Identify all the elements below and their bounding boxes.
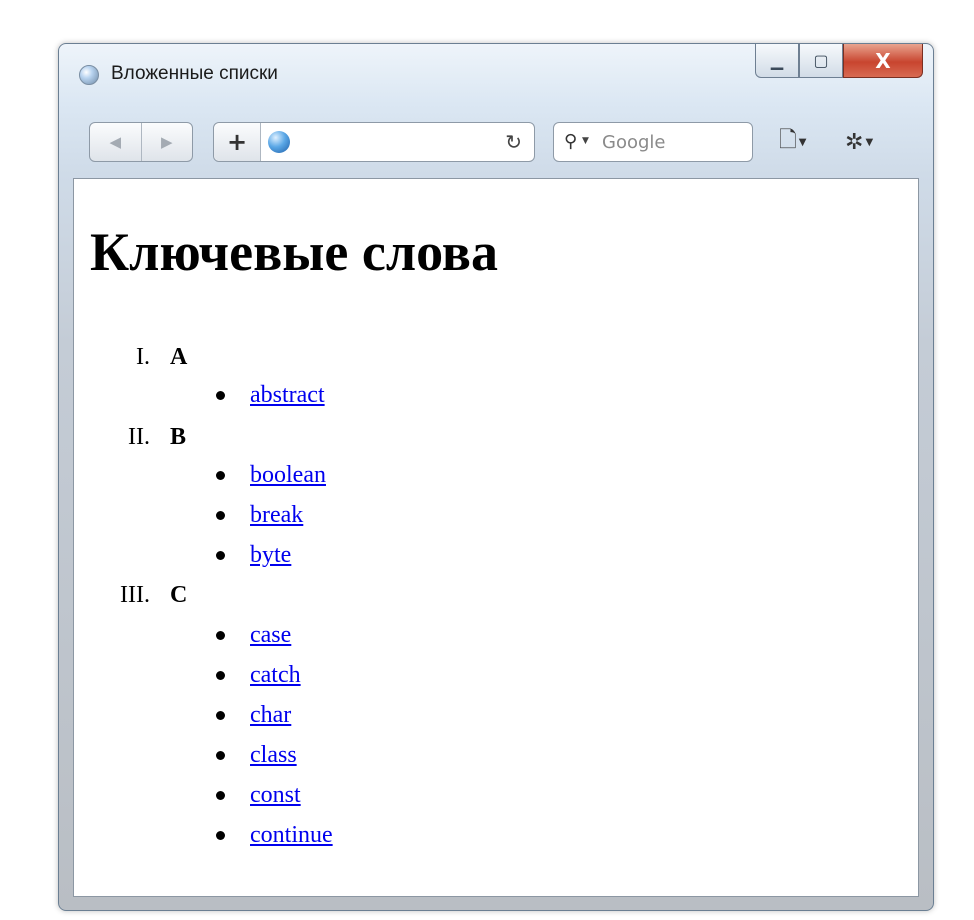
list-marker: II. bbox=[128, 424, 150, 450]
bullet-icon bbox=[216, 751, 225, 760]
keyword-link[interactable]: case bbox=[250, 623, 291, 647]
search-placeholder: Google bbox=[602, 132, 666, 153]
group-label: A bbox=[170, 344, 188, 370]
maximize-button[interactable]: ▢ bbox=[799, 44, 843, 78]
keyword-link[interactable]: const bbox=[250, 783, 301, 807]
settings-menu-button[interactable]: ✲ ▼ bbox=[845, 122, 873, 162]
keyword-link[interactable]: abstract bbox=[250, 383, 325, 407]
search-box[interactable]: ⚲ ▼ Google bbox=[553, 122, 753, 162]
close-button[interactable]: X bbox=[843, 44, 923, 78]
bullet-icon bbox=[216, 551, 225, 560]
keyword-link[interactable]: continue bbox=[250, 823, 333, 847]
address-bar[interactable]: + ↻ bbox=[213, 122, 535, 162]
minimize-button[interactable]: ▁ bbox=[755, 44, 799, 78]
bullet-icon bbox=[216, 631, 225, 640]
search-engine-dropdown-icon[interactable]: ▼ bbox=[582, 136, 589, 146]
browser-window: Вложенные списки ▁ ▢ X ◀ ▶ + ↻ ⚲ ▼ Googl… bbox=[58, 43, 934, 911]
reload-icon: ↻ bbox=[505, 130, 522, 154]
browser-logo-icon bbox=[79, 65, 99, 85]
page-menu-button[interactable]: 🗋 ▼ bbox=[779, 122, 806, 162]
bullet-icon bbox=[216, 471, 225, 480]
page-icon: 🗋 bbox=[779, 128, 797, 153]
navigation-buttons: ◀ ▶ bbox=[89, 122, 193, 162]
browser-toolbar: ◀ ▶ + ↻ ⚲ ▼ Google 🗋 ▼ ✲ ▼ bbox=[69, 106, 923, 178]
forward-button[interactable]: ▶ bbox=[140, 123, 193, 161]
chevron-down-icon: ▼ bbox=[798, 136, 807, 148]
globe-icon bbox=[268, 131, 290, 153]
bullet-icon bbox=[216, 391, 225, 400]
page-heading: Ключевые слова bbox=[90, 222, 498, 282]
list-marker: III. bbox=[120, 582, 150, 608]
window-controls: ▁ ▢ X bbox=[755, 44, 923, 80]
bullet-icon bbox=[216, 511, 225, 520]
chevron-down-icon: ▼ bbox=[865, 136, 874, 148]
bullet-icon bbox=[216, 671, 225, 680]
add-bookmark-button[interactable]: + bbox=[214, 123, 261, 161]
plus-icon: + bbox=[226, 128, 248, 156]
minimize-icon: ▁ bbox=[770, 51, 784, 70]
close-icon: X bbox=[875, 48, 891, 73]
gear-icon: ✲ bbox=[845, 129, 864, 155]
bullet-icon bbox=[216, 831, 225, 840]
keyword-link[interactable]: break bbox=[250, 503, 303, 527]
keyword-link[interactable]: char bbox=[250, 703, 291, 727]
title-bar: Вложенные списки ▁ ▢ X bbox=[59, 44, 933, 106]
keyword-link[interactable]: byte bbox=[250, 543, 291, 567]
back-button[interactable]: ◀ bbox=[90, 123, 141, 161]
back-arrow-icon: ◀ bbox=[109, 133, 122, 151]
keyword-link[interactable]: boolean bbox=[250, 463, 326, 487]
reload-button[interactable]: ↻ bbox=[505, 130, 522, 154]
keyword-link[interactable]: catch bbox=[250, 663, 301, 687]
window-title: Вложенные списки bbox=[111, 63, 278, 84]
group-label: C bbox=[170, 582, 188, 608]
bullet-icon bbox=[216, 711, 225, 720]
list-marker: I. bbox=[136, 344, 150, 370]
keyword-link[interactable]: class bbox=[250, 743, 297, 767]
group-label: B bbox=[170, 424, 187, 450]
maximize-icon: ▢ bbox=[813, 51, 829, 70]
bullet-icon bbox=[216, 791, 225, 800]
forward-arrow-icon: ▶ bbox=[160, 133, 173, 151]
search-icon: ⚲ bbox=[564, 131, 578, 152]
page-content: Ключевые слова I. A abstract II. B boole… bbox=[73, 178, 919, 897]
